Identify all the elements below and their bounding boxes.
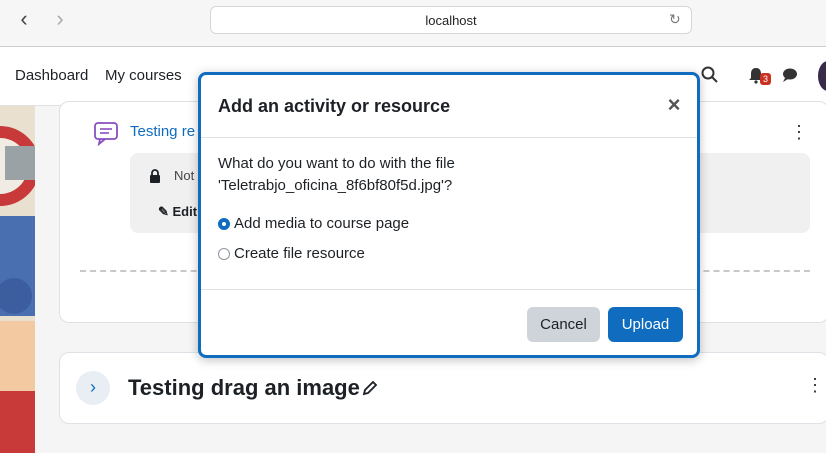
address-bar[interactable]: localhost ↻	[210, 6, 692, 34]
option-label-create-file: Create file resource	[234, 245, 365, 262]
close-icon[interactable]: ×	[665, 94, 683, 116]
reload-icon[interactable]: ↻	[669, 11, 685, 27]
modal-body: What do you want to do with the file 'Te…	[218, 153, 688, 262]
modal-title: Add an activity or resource	[218, 96, 451, 116]
url-text: localhost	[425, 13, 477, 28]
radio-add-media[interactable]	[218, 218, 230, 230]
option-label-add-media: Add media to course page	[234, 215, 410, 232]
modal-header: Add an activity or resource ×	[201, 75, 697, 138]
forward-icon[interactable]: ›	[50, 8, 70, 30]
modal-footer: Cancel Upload	[201, 289, 697, 356]
browser-toolbar: ‹ › localhost ↻	[0, 0, 826, 47]
modal-question: What do you want to do with the file 'Te…	[218, 155, 455, 194]
add-activity-modal: Add an activity or resource × What do yo…	[198, 72, 700, 358]
radio-create-file[interactable]	[218, 248, 230, 260]
cancel-button[interactable]: Cancel	[527, 307, 600, 342]
upload-button[interactable]: Upload	[608, 307, 683, 342]
back-icon[interactable]: ‹	[14, 8, 34, 30]
